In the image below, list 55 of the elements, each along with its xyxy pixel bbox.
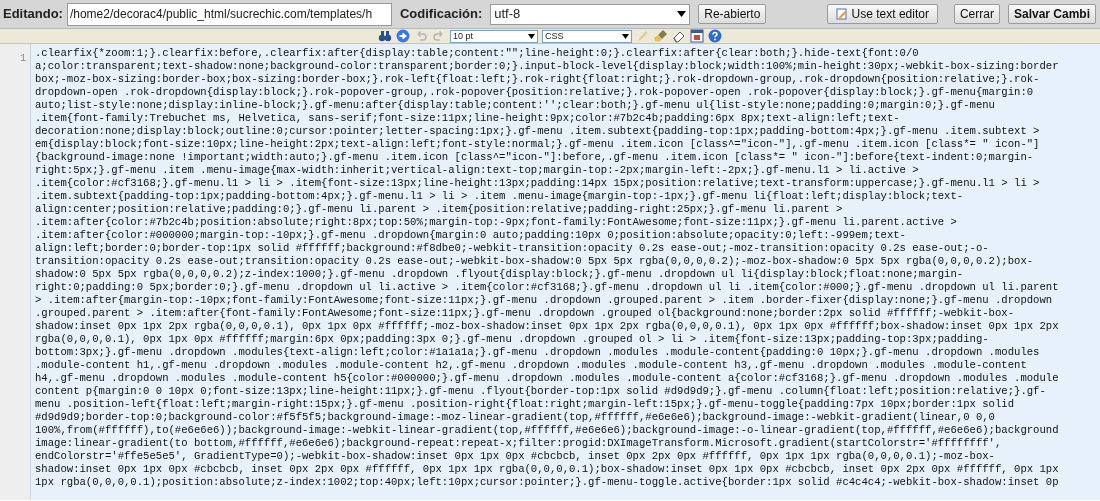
code-line: .item{font-family:Trebuchet ms, Helvetica, sans-serif;font-size:11px;line-height:9px;color:#7b2c4b;padding:6px 8px;text-align:left;text- [35,112,901,125]
code-line: shadow:inset 0px 1px 0px #cbcbcb, inset 0px 2px 0px #ffffff, 0px 1px 1px rgba(0,0,0,0.1);box-shadow:inset 0px 1px 0px #cbcbcb, inset 0px 2px 0px #ffffff, 0px 1px [35,463,1060,476]
code-line: dropdown-open .rok-dropdown{display:block;}.rok-popover-group,.rok-popover{position:relative;}.rok-popover-open .rok-popover{display:block;}.gf-menu{margin:0 [35,86,1035,99]
code-line: align:center;position:relative;padding:0;}.gf-menu li.parent > .item{position:relative;padding-right:25px;}.gf-menu li.parent > [35,203,844,216]
code-line: 100%,from(#ffffff),to(#e6e6e6));background-image:-webkit-linear-gradient(top,#ffffff,#e6e6e6);background-image:-o-linear-gradient(top,#ffffff,#e6e6e6);background [35,424,1060,437]
code-line: transition:opacity 0.2s ease-out;transition:opacity 0.2s ease-out;-webkit-box-shadow:0 5px 5px rgba(0,0,0,0.2);-moz-box-shadow:0 5px 5px rgba(0,0,0,0.2);box- [35,255,1035,268]
code-line: decoration:none;display:block;outline:0;cursor:pointer;letter-spacing:1px;}.gf-menu .item.subtext{padding-top:1px;padding-bottom:4px;}.gf-menu .item.subtext > [35,125,1041,138]
code-line: a;color:transparent;text-shadow:none;background-color:transparent;border:0;}.input-block-level{display:block;width:100%;min-height:30px;-webkit-box-sizing:border [35,60,1060,73]
code-line: .module-content h1,.gf-menu .dropdown .modules .module-content h2,.gf-menu .dropdown .modules .module-content h3,.gf-menu .dropdown .modules .module-content [35,359,1028,372]
code-line: .item:after{color:#7b2c4b;position:absolute;right:8px;top:50%;margin-top:-9px;font-family:FontAwesome;font-size:11px;}.gf-menu li.parent.active > [35,216,958,229]
code-line: box;-moz-box-sizing:border-box;box-sizing:border-box;}.rok-left{float:left;}.rok-right{float:right;}.rok-dropdown-group,.rok-dropdown{position:relative;}.rok- [35,73,1041,86]
editing-label: Editando: [3,5,63,24]
code-line: shadow:0 5px 5px rgba(0,0,0,0.2);z-index:1000;}.gf-menu .dropdown .flyout{display:block;}.gf-menu .dropdown ul li{display:block;float:none;margin- [35,268,965,281]
code-line: image:linear-gradient(to bottom,#ffffff,#e6e6e6);background-repeat:repeat-x;filter:progid:DXImageTransform.Microsoft.gradient(startColorstr='#ffffffff', [35,437,1003,450]
code-line: endColorstr='#ffe5e5e5', GradientType=0);-webkit-box-shadow:inset 0px 1px 0px #cbcbcb, inset 0px 2px 0px #ffffff, 0px 1px 1px rgba(0,0,0,0.1);-moz-box- [35,450,996,463]
code-line: shadow:inset 0px 1px 2px rgba(0,0,0,0.1), 0px 1px 0px #ffffff;-moz-box-shadow:inset 0px 1px 2px rgba(0,0,0,0.1), 0px 1px 0px #ffffff;box-shadow:inset 0px 1px 2px [35,320,1060,333]
encoding-select[interactable]: utf-8 [490,3,691,25]
encoding-label: Codificación: [399,5,483,24]
code-line: {background-image:none !important;width:auto;}.gf-menu .item.icon [class^="icon-"]:before,.gf-menu .item.icon [class*= " icon-"]:before{text-indent:0;margin- [35,151,1035,164]
reopen-button[interactable]: Re-abierto [698,4,767,24]
code-line: rgba(0,0,0,0.1), 0px 1px 0px #ffffff;margin:6px 0px;padding:3px 0;}.gf-menu .dropdown .grouped ol > li > .item{font-size:13px;padding-top:3px;padding- [35,333,990,346]
code-line: > .item:after{margin-top:-10px;font-family:FontAwesome;font-size:11px;}.gf-menu .dropdown .grouped.parent > .item .border-fixer{display:none;}.gf-menu .dropdown [35,294,1054,307]
code-line: align:left;border:0;border-top:1px solid #ffffff;background:#f8dbe0;-webkit-transition:opacity 0.2s ease-out;-moz-transition:opacity 0.2s ease-out;-o- [35,242,990,255]
language-select[interactable]: CSS [542,29,632,43]
code-line: .item:after{color:#000000;margin-top:-10px;}.gf-menu .dropdown{margin:0 auto;padding:10px 0;position:absolute;opacity:0;left:-999em;text- [35,229,907,242]
code-line: em{display:block;font-size:10px;line-height:2px;text-align:left;font-style:normal;}.gf-menu .item.icon [class^="icon-"],.gf-menu .item.icon [class*= " icon-"] [35,138,1041,151]
code-line: .grouped.parent > .item:after{font-family:FontAwesome;font-size:11px;}.gf-menu .dropdown .grouped ol{background:none;border:2px solid #ffffff;-webkit-box- [35,307,1016,320]
code-line: #d9d9d9;border-top:0;background-color:#f5f5f5;background-image:-moz-linear-gradient(top,#ffffff,#e6e6e6);background-image:-webkit-gradient(linear,0 0,0 [35,411,996,424]
code-line: auto;list-style:none;display:inline-block;}.gf-menu:after{display:table;content:'';clear:both;}.gf-menu ul{list-style:none;padding:0;margin:0;}.gf-menu [35,99,996,112]
code-line: menu .position-left{float:left;margin-right:15px;}.gf-menu .position-right{float:right;margin-left:15px;}.gf-menu-toggle{padding:7px 10px;border:1px solid [35,398,1016,411]
close-button[interactable]: Cerrar [953,4,1000,24]
code-line: right:0;padding:0 5px;border:0;}.gf-menu .dropdown ul li.active > .item{color:#cf3168;}.gf-menu .dropdown ul li .item{color:#000;}.gf-menu .dropdown ul li.parent [35,281,1060,294]
save-button[interactable]: Salvar Cambi [1007,4,1096,24]
font-size-select[interactable]: 10 pt [450,29,538,43]
pencil-icon [835,8,848,20]
code-line: h4,.gf-menu .dropdown .modules .module-content h5{color:#000000;}.gf-menu .dropdown .modules .module-content a{color:#cf3168;}.gf-menu .dropdown .modules .module [35,372,1060,385]
caret-icon [677,11,687,17]
binoculars-icon[interactable] [378,29,392,43]
circle-arrow-icon[interactable] [396,29,410,43]
code-line: right:5px;}.gf-menu .item .menu-image{max-width:inherit;vertical-align:text-top;margin-top:-2px;margin-left:-2px;}.gf-menu.l1 > li.active > [35,164,920,177]
code-line: bottom:3px;}.gf-menu .dropdown .modules{text-align:left;color:#1a1a1a;}.gf-menu .dropdown .modules .module-content{padding:0 10px;}.gf-menu .dropdown .modules [35,346,1041,359]
code-line: 1px rgba(0,0,0,0.1);position:absolute;z-index:1002;top:40px;left:10px;cursor:pointer;}.gf-menu-toggle.active{border:1px solid #c4c4c4;-webkit-box-shadow:inset 0p [35,476,1060,489]
text-editor-button[interactable]: Use text editor [826,4,938,24]
code-line: .item{color:#cf3168;}.gf-menu.l1 > li > .item{font-size:13px;line-height:13px;padding:14px 15px;position:relative;text-transform:uppercase;}.gf-menu.l1 > li > [35,177,1041,190]
caret-icon [528,33,535,39]
window-icon[interactable] [690,29,704,43]
code-line: content p{margin:0 0 10px 0;font-size:13px;line-height:11px;}.gf-menu .flyout{border-top:1px solid #d9d9d9;}.gf-menu .column{float:left;position:relative;}.gf- [35,385,1047,398]
path-field[interactable]: /home2/decorac4/public_html/sucrechic.com/templates/h [66,2,392,26]
brush-icon[interactable] [654,29,668,43]
help-icon[interactable] [708,29,722,43]
eraser-icon[interactable] [672,29,686,43]
code-line: .clearfix{*zoom:1;}.clearfix:before,.clearfix:after{display:table;content:"";line-height:0;}.clearfix:after{clear:both;}.hide-text{font:0/0 [35,47,920,60]
line-number: 1 [20,53,26,64]
caret-icon [622,33,629,39]
code-line: .item.subtext{padding-top:1px;padding-bottom:4px;}.gf-menu.l1 > li > .item .menu-image{margin-top:-1px;}.gf-menu li{float:left;display:block;text- [35,190,965,203]
